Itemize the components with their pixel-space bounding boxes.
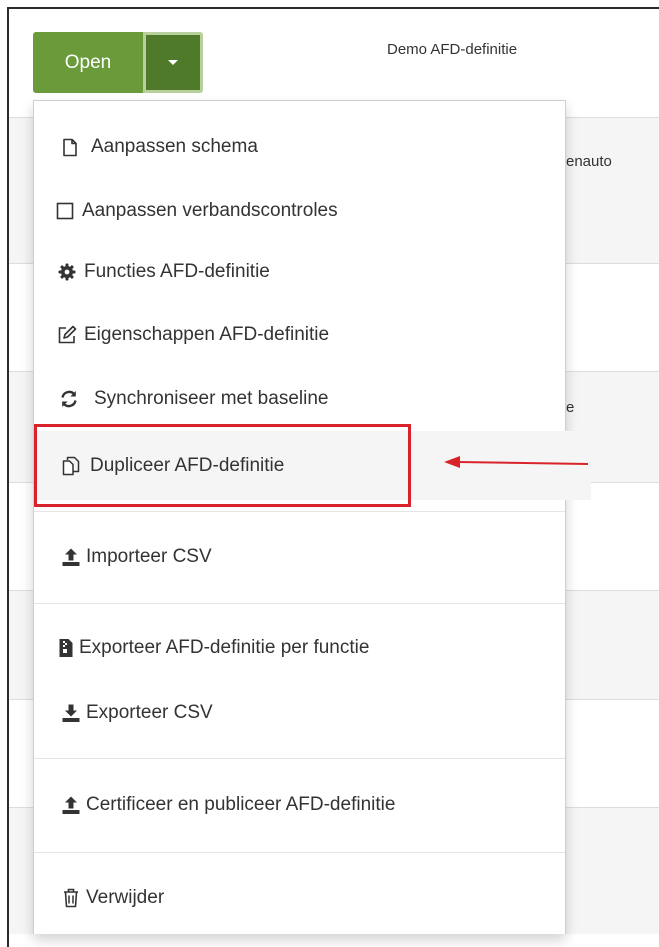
upload-icon (60, 546, 82, 568)
open-button[interactable]: Open (33, 32, 143, 93)
menu-divider (34, 758, 565, 759)
menu-item-exporteer-csv[interactable]: Exporteer CSV (34, 697, 591, 729)
menu-item-importeer-csv[interactable]: Importeer CSV (34, 541, 591, 573)
menu-item-functies-afd-definitie[interactable]: Functies AFD-definitie (34, 256, 587, 288)
menu-item-verwijder[interactable]: Verwijder (34, 882, 591, 914)
page-title: Demo AFD-definitie (387, 41, 518, 58)
file-icon (59, 136, 81, 158)
annotation-arrow-icon (444, 456, 589, 468)
menu-item-exporteer-afd-definitie-per-functie[interactable]: Exporteer AFD-definitie per functie (34, 632, 586, 664)
menu-item-synchroniseer-met-baseline[interactable]: Synchroniseer met baseline (34, 383, 589, 415)
edit-icon (56, 324, 78, 346)
menu-divider (34, 511, 565, 512)
highlight-annotation-box (34, 424, 411, 507)
download-icon (60, 702, 82, 724)
trash-icon (60, 887, 82, 909)
archive-icon (55, 637, 77, 659)
square-icon (54, 200, 76, 222)
menu-divider (34, 852, 565, 853)
dropdown-toggle-button[interactable] (143, 32, 203, 93)
menu-divider (34, 603, 565, 604)
open-button-label: Open (64, 51, 112, 73)
gear-icon (56, 261, 78, 283)
menu-item-eigenschappen-afd-definitie[interactable]: Eigenschappen AFD-definitie (34, 319, 587, 351)
refresh-icon (58, 388, 80, 410)
menu-item-aanpassen-schema[interactable]: Aanpassen schema (34, 131, 590, 163)
menu-item-certificeer-en-publiceer[interactable]: Certificeer en publiceer AFD-definitie (34, 789, 591, 821)
upload-icon (60, 794, 82, 816)
caret-down-icon (168, 60, 178, 65)
dropdown-menu: Aanpassen schema Aanpassen verbandscontr… (33, 100, 591, 934)
menu-item-aanpassen-verbandscontroles[interactable]: Aanpassen verbandscontroles (34, 195, 585, 227)
